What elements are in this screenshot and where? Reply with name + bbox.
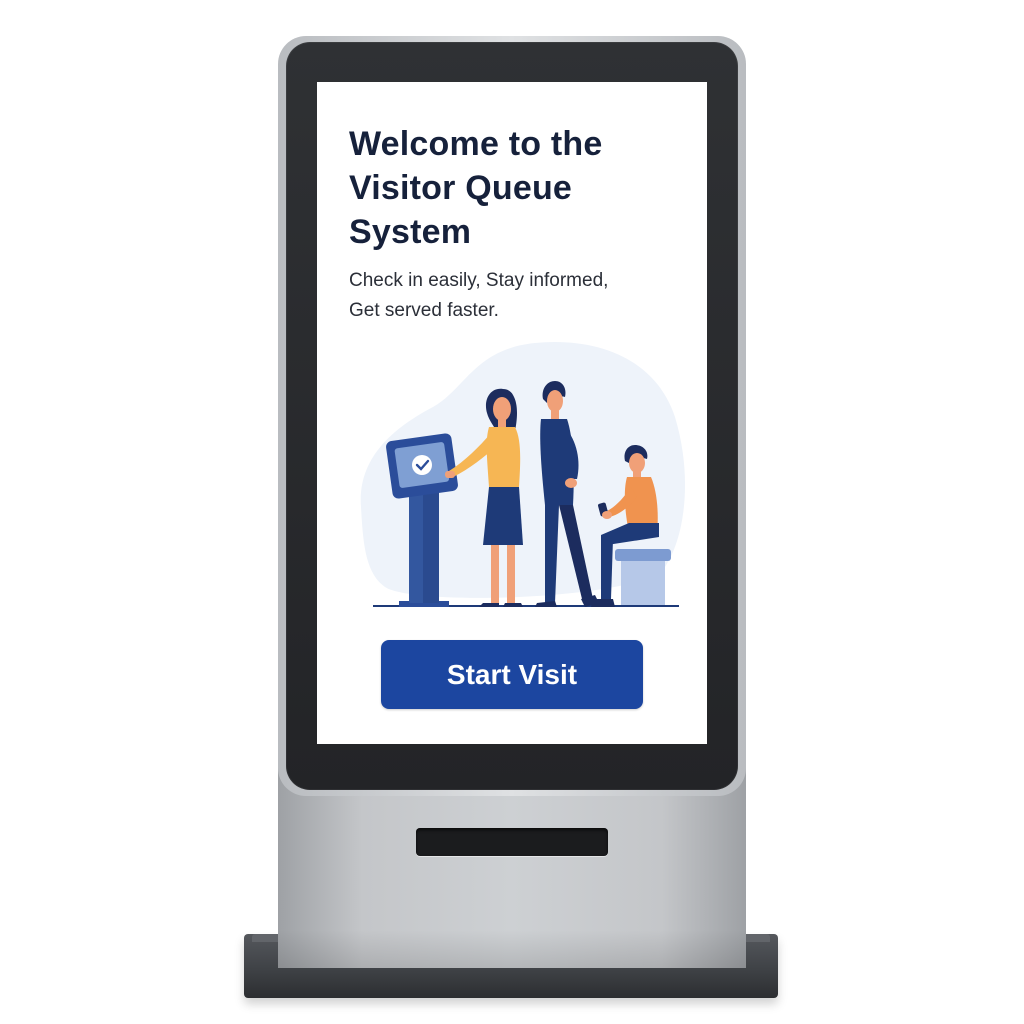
kiosk-pedestal-shadow [278,930,746,968]
checkmark-icon [412,455,432,475]
kiosk-scene: Welcome to the Visitor Queue System Chec… [0,0,1024,1024]
page-subtitle: Check in easily, Stay informed, Get serv… [349,270,609,321]
queue-illustration [360,341,686,607]
start-visit-button[interactable]: Start Visit [381,640,643,709]
page-title: Welcome to the Visitor Queue System [349,125,603,251]
ticket-slot [416,828,608,856]
bench [615,549,671,605]
kiosk-display: Welcome to the Visitor Queue System Chec… [317,82,707,744]
